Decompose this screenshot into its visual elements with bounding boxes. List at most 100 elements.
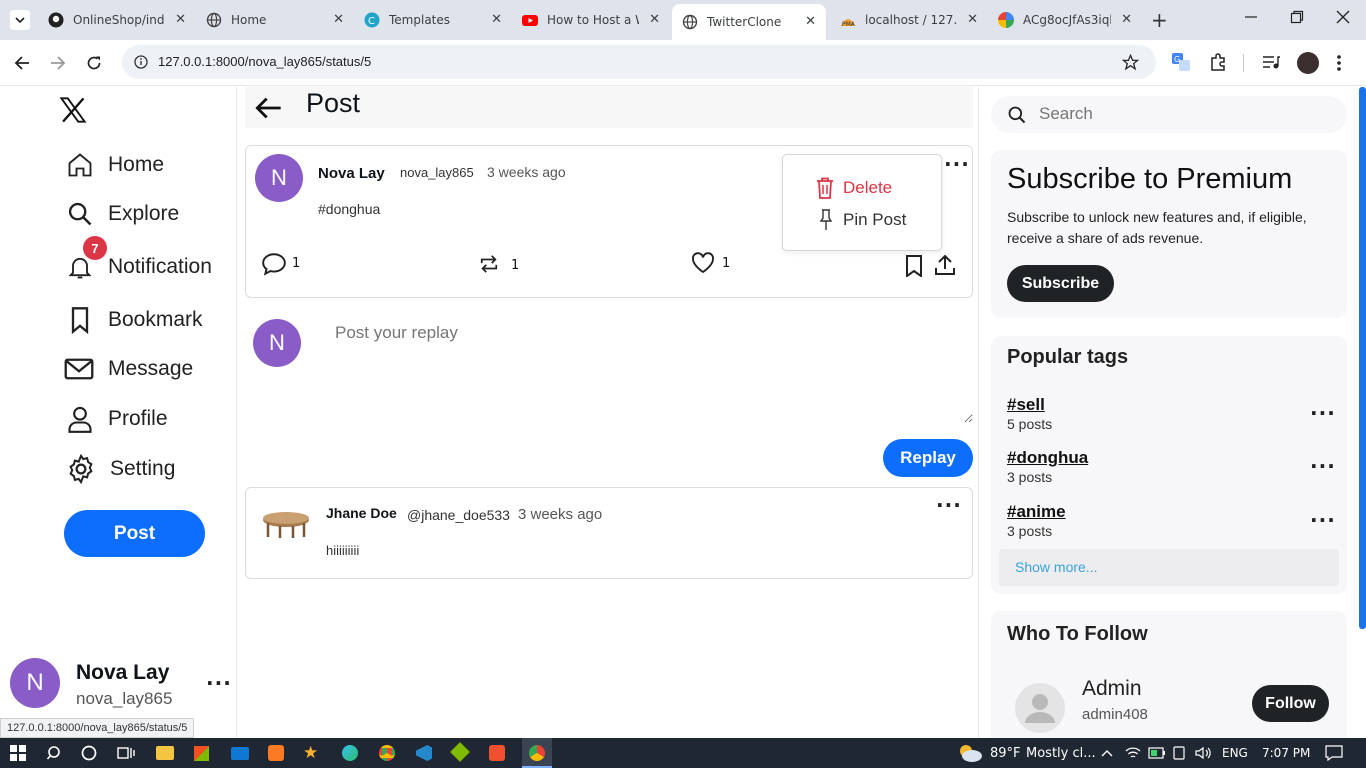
- close-icon[interactable]: ✕: [491, 12, 502, 27]
- tag-menu-button[interactable]: ···: [1310, 403, 1336, 423]
- star-app-icon[interactable]: ★: [303, 743, 318, 763]
- tag-name[interactable]: #donghua: [1007, 448, 1088, 468]
- sidebar-item-message[interactable]: Message: [64, 355, 193, 383]
- chrome-active-icon[interactable]: [522, 738, 552, 768]
- reply-menu-button[interactable]: ···: [936, 495, 962, 515]
- volume-icon[interactable]: [1195, 746, 1211, 760]
- close-icon[interactable]: ✕: [967, 12, 978, 27]
- sidebar-item-profile[interactable]: Profile: [66, 405, 168, 433]
- browser-tab[interactable]: C Templates ✕: [354, 6, 512, 34]
- post-menu-button[interactable]: ···: [944, 154, 970, 174]
- delete-menu-item[interactable]: Delete: [816, 177, 892, 199]
- reply-avatar-table-image[interactable]: [260, 508, 312, 544]
- share-icon[interactable]: [934, 254, 956, 276]
- reload-icon[interactable]: [86, 55, 102, 71]
- close-icon[interactable]: ✕: [333, 12, 344, 27]
- tag-menu-button[interactable]: ···: [1310, 456, 1336, 476]
- sidebar-item-explore[interactable]: Explore: [66, 200, 179, 228]
- tag-item[interactable]: #sell 5 posts: [1007, 395, 1052, 432]
- forward-arrow-icon[interactable]: [50, 55, 66, 71]
- notification-center-icon[interactable]: [1325, 745, 1343, 761]
- close-icon[interactable]: ✕: [175, 12, 186, 27]
- edge-icon[interactable]: [342, 745, 358, 761]
- reply-author-handle[interactable]: @jhane_doe533: [407, 507, 510, 523]
- scrollbar-thumb[interactable]: [1359, 87, 1366, 629]
- x-logo-icon[interactable]: [59, 96, 87, 124]
- vscode-icon[interactable]: [416, 745, 432, 761]
- replay-button[interactable]: Replay: [883, 439, 973, 477]
- tag-name[interactable]: #anime: [1007, 502, 1066, 522]
- battery-icon[interactable]: [1148, 747, 1166, 759]
- xampp-icon[interactable]: [268, 745, 284, 761]
- media-control-icon[interactable]: [1262, 54, 1280, 70]
- follow-button[interactable]: Follow: [1252, 685, 1329, 722]
- new-tab-button[interactable]: +: [1151, 8, 1168, 32]
- account-menu-button[interactable]: ···: [206, 673, 232, 693]
- reply-author-name[interactable]: Jhane Doe: [326, 505, 397, 521]
- follow-user-name[interactable]: Admin: [1082, 677, 1142, 701]
- url-bar[interactable]: 127.0.0.1:8000/nova_lay865/status/5: [122, 45, 1156, 79]
- browser-tab[interactable]: How to Host a W ✕: [512, 6, 670, 34]
- close-icon[interactable]: ✕: [649, 12, 660, 27]
- browser-tab[interactable]: OnlineShop/inde ✕: [38, 6, 196, 34]
- sidebar-item-home[interactable]: Home: [66, 151, 164, 179]
- close-icon[interactable]: ✕: [1121, 12, 1132, 27]
- translate-icon[interactable]: G: [1172, 53, 1190, 71]
- cortana-icon[interactable]: [81, 745, 97, 761]
- post-author-handle[interactable]: nova_lay865: [400, 165, 474, 180]
- avatar[interactable]: N: [255, 154, 303, 202]
- comment-icon[interactable]: [261, 252, 287, 276]
- chrome-icon[interactable]: [379, 745, 395, 761]
- extensions-icon[interactable]: [1209, 53, 1227, 71]
- browser-profile-avatar[interactable]: [1297, 52, 1319, 74]
- git-icon[interactable]: [450, 742, 470, 762]
- search-input[interactable]: [1039, 102, 1329, 126]
- tag-item[interactable]: #donghua 3 posts: [1007, 448, 1088, 485]
- wifi-icon[interactable]: [1125, 746, 1141, 760]
- search-icon[interactable]: [47, 745, 63, 761]
- sidebar-item-bookmark[interactable]: Bookmark: [66, 306, 203, 334]
- tag-item[interactable]: #anime 3 posts: [1007, 502, 1066, 539]
- back-arrow-icon[interactable]: [255, 94, 283, 122]
- device-icon[interactable]: [1172, 746, 1186, 760]
- task-view-icon[interactable]: [117, 745, 135, 761]
- sidebar-item-notification[interactable]: Notification 7: [66, 236, 212, 281]
- tag-name[interactable]: #sell: [1007, 395, 1052, 415]
- browser-tab[interactable]: ACg8ocJfAs3iqb ✕: [988, 6, 1142, 34]
- clock[interactable]: 7:07 PM: [1262, 746, 1310, 760]
- pin-post-menu-item[interactable]: Pin Post: [819, 209, 906, 231]
- app-icon[interactable]: [489, 745, 505, 761]
- mail-app-icon[interactable]: [231, 747, 249, 760]
- tab-search-dropdown[interactable]: [10, 10, 30, 30]
- heart-icon[interactable]: [691, 252, 715, 274]
- more-vertical-icon[interactable]: [1336, 54, 1342, 72]
- store-icon[interactable]: [194, 746, 209, 761]
- browser-tab[interactable]: Home ✕: [196, 6, 354, 34]
- minimize-button[interactable]: [1244, 10, 1258, 24]
- weather-cloud-icon[interactable]: [957, 743, 983, 763]
- bookmark-icon[interactable]: [905, 255, 923, 277]
- back-arrow-icon[interactable]: [14, 55, 30, 71]
- post-author-name[interactable]: Nova Lay: [318, 165, 385, 182]
- subscribe-button[interactable]: Subscribe: [1007, 265, 1114, 302]
- site-info-icon[interactable]: [134, 55, 148, 69]
- close-icon[interactable]: ✕: [805, 14, 816, 29]
- close-window-button[interactable]: [1336, 10, 1350, 24]
- reply-input[interactable]: [321, 317, 973, 423]
- file-explorer-icon[interactable]: [156, 746, 174, 760]
- post-button[interactable]: Post: [64, 510, 205, 557]
- star-icon[interactable]: [1122, 54, 1139, 71]
- restore-button[interactable]: [1290, 10, 1304, 24]
- browser-tab-active[interactable]: TwitterClone ✕: [672, 4, 826, 40]
- windows-start-icon[interactable]: [10, 745, 26, 761]
- avatar[interactable]: N: [10, 658, 60, 708]
- chevron-up-icon[interactable]: [1101, 748, 1113, 758]
- show-more-link[interactable]: Show more...: [999, 549, 1339, 586]
- follow-user-avatar[interactable]: [1015, 683, 1065, 733]
- repost-icon[interactable]: [478, 254, 500, 274]
- search-box[interactable]: [991, 96, 1347, 133]
- sidebar-item-setting[interactable]: Setting: [66, 454, 175, 484]
- language-indicator[interactable]: ENG: [1222, 746, 1248, 760]
- tag-menu-button[interactable]: ···: [1310, 510, 1336, 530]
- browser-tab[interactable]: PMA localhost / 127.0 ✕: [830, 6, 988, 34]
